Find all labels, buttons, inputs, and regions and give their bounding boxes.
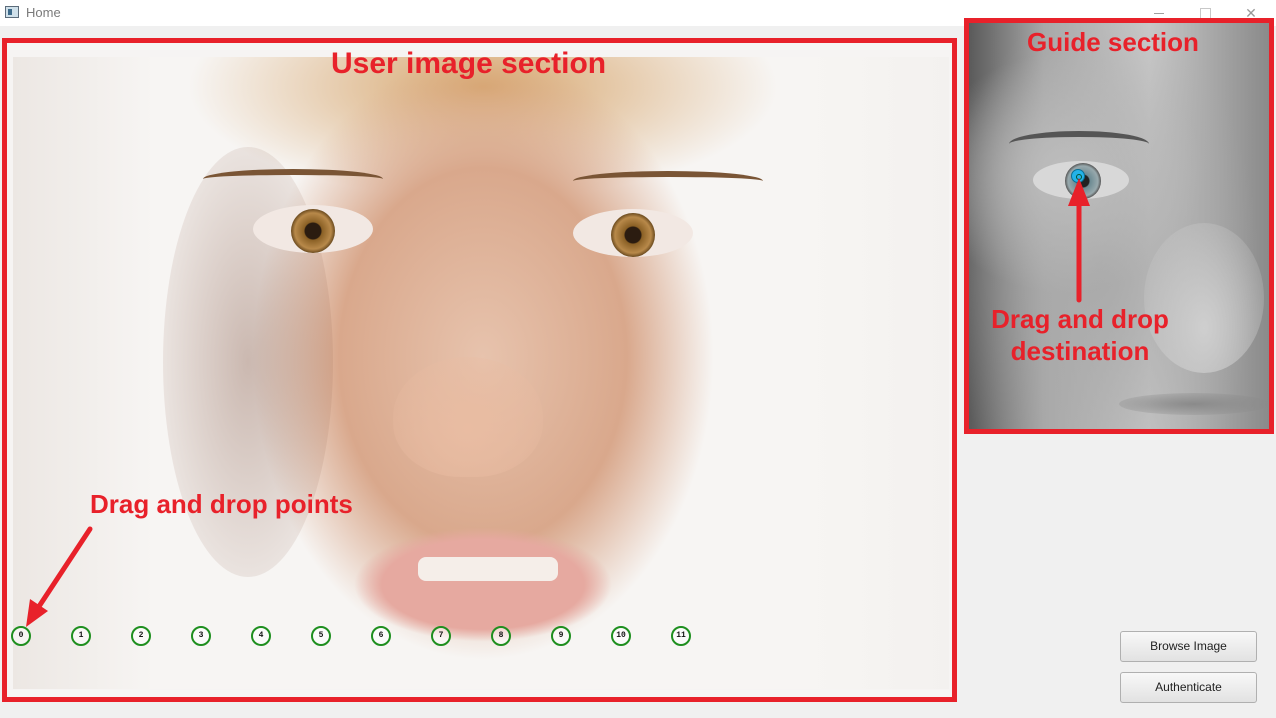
drag-point-5[interactable]: 5	[311, 626, 331, 646]
drag-points-label: Drag and drop points	[90, 489, 353, 519]
drag-point-1[interactable]: 1	[71, 626, 91, 646]
nose	[393, 357, 543, 477]
drag-point-9[interactable]: 9	[551, 626, 571, 646]
user-image-section	[2, 38, 957, 702]
right-eye	[573, 209, 693, 257]
drag-point-6[interactable]: 6	[371, 626, 391, 646]
user-face-image	[13, 57, 949, 689]
guide-mouth	[1119, 393, 1269, 415]
destination-arrow-icon	[1068, 178, 1090, 303]
drop-destination-label: Drag and drop destination	[991, 304, 1169, 366]
browse-image-button[interactable]: Browse Image	[1120, 631, 1257, 662]
teeth	[418, 557, 558, 581]
drag-point-8[interactable]: 8	[491, 626, 511, 646]
authenticate-button[interactable]: Authenticate	[1120, 672, 1257, 703]
guide-eyebrow	[1009, 131, 1149, 157]
right-eyebrow	[573, 171, 763, 191]
drag-drop-points: 0 1 2 3 4 5 6 7 8 9 10 11	[11, 626, 711, 646]
drag-point-3[interactable]: 3	[191, 626, 211, 646]
drag-point-0[interactable]: 0	[11, 626, 31, 646]
app-window-icon	[5, 6, 19, 18]
window-title: Home	[26, 5, 61, 20]
user-image-section-label: User image section	[331, 47, 607, 80]
drag-point-4[interactable]: 4	[251, 626, 271, 646]
drag-point-7[interactable]: 7	[431, 626, 451, 646]
drag-point-10[interactable]: 10	[611, 626, 631, 646]
left-eye	[253, 205, 373, 253]
drag-point-11[interactable]: 11	[671, 626, 691, 646]
left-eyebrow	[203, 169, 383, 189]
lips	[353, 527, 613, 642]
drag-point-2[interactable]: 2	[131, 626, 151, 646]
guide-section-label: Guide section	[1027, 27, 1199, 57]
drag-points-arrow-icon	[26, 526, 93, 627]
guide-section	[964, 18, 1274, 434]
